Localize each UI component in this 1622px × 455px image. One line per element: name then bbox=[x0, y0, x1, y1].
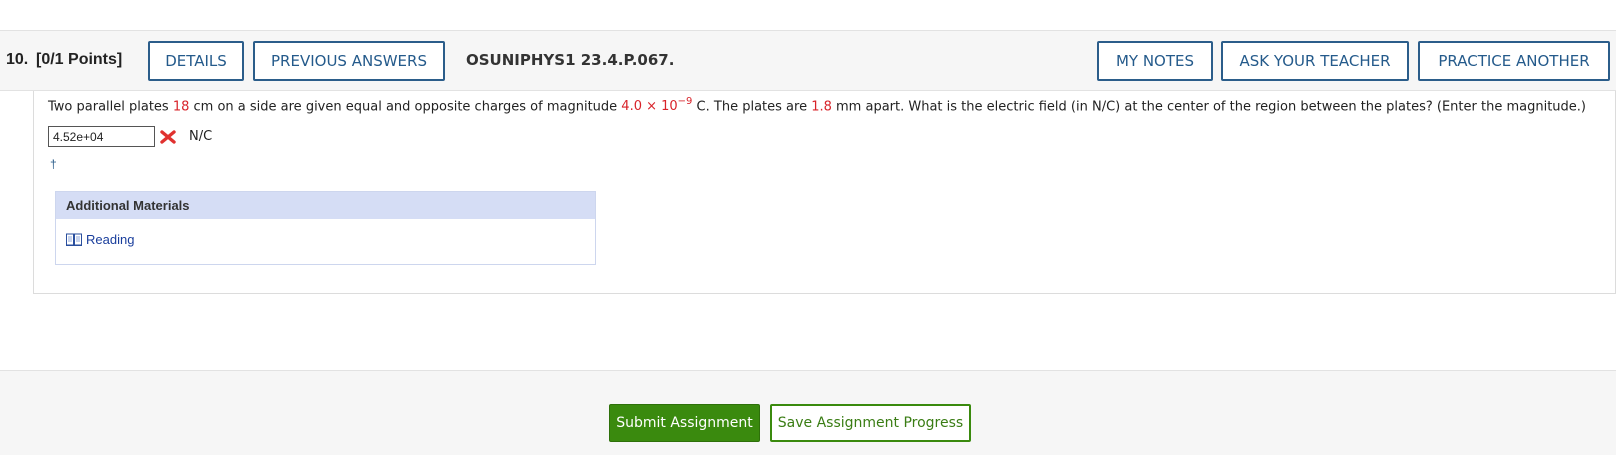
answer-unit: N/C bbox=[189, 129, 213, 144]
question-body: Two parallel plates 18 cm on a side are … bbox=[33, 91, 1616, 294]
question-points: [0/1 Points] bbox=[36, 51, 123, 68]
additional-materials-panel: Additional Materials Reading bbox=[55, 191, 596, 265]
additional-materials-title: Additional Materials bbox=[56, 192, 595, 219]
my-notes-button[interactable]: MY NOTES bbox=[1097, 41, 1213, 81]
side-value: 18 bbox=[172, 99, 190, 115]
submit-assignment-button[interactable]: Submit Assignment bbox=[609, 404, 760, 442]
dagger-icon[interactable]: † bbox=[50, 157, 57, 171]
assignment-footer: Submit Assignment Save Assignment Progre… bbox=[0, 370, 1616, 455]
charge-value: 4.0 × 10−9 bbox=[621, 96, 693, 115]
reading-label: Reading bbox=[86, 232, 135, 247]
question-number: 10. bbox=[6, 51, 29, 68]
problem-text-part: cm on a side are given equal and opposit… bbox=[189, 99, 622, 115]
details-button[interactable]: DETAILS bbox=[148, 41, 244, 81]
problem-text-part: mm apart. What is the electric field (in… bbox=[831, 99, 1586, 115]
book-icon bbox=[66, 233, 82, 246]
incorrect-x-icon bbox=[160, 130, 176, 144]
charge-exponent: −9 bbox=[677, 96, 693, 107]
save-assignment-progress-button[interactable]: Save Assignment Progress bbox=[770, 404, 971, 442]
problem-text-part: Two parallel plates bbox=[48, 99, 173, 115]
previous-answers-button[interactable]: PREVIOUS ANSWERS bbox=[253, 41, 445, 81]
separation-value: 1.8 bbox=[811, 99, 832, 115]
question-reference: OSUNIPHYS1 23.4.P.067. bbox=[466, 51, 675, 69]
problem-text: Two parallel plates 18 cm on a side are … bbox=[48, 96, 1586, 115]
question-header: 10. [0/1 Points] DETAILS PREVIOUS ANSWER… bbox=[0, 30, 1616, 91]
problem-text-part: C. The plates are bbox=[692, 99, 812, 115]
practice-another-button[interactable]: PRACTICE ANOTHER bbox=[1418, 41, 1610, 81]
charge-mantissa: 4.0 × 10 bbox=[621, 99, 678, 115]
answer-input[interactable] bbox=[48, 126, 155, 147]
reading-link[interactable]: Reading bbox=[66, 232, 134, 247]
ask-your-teacher-button[interactable]: ASK YOUR TEACHER bbox=[1221, 41, 1409, 81]
